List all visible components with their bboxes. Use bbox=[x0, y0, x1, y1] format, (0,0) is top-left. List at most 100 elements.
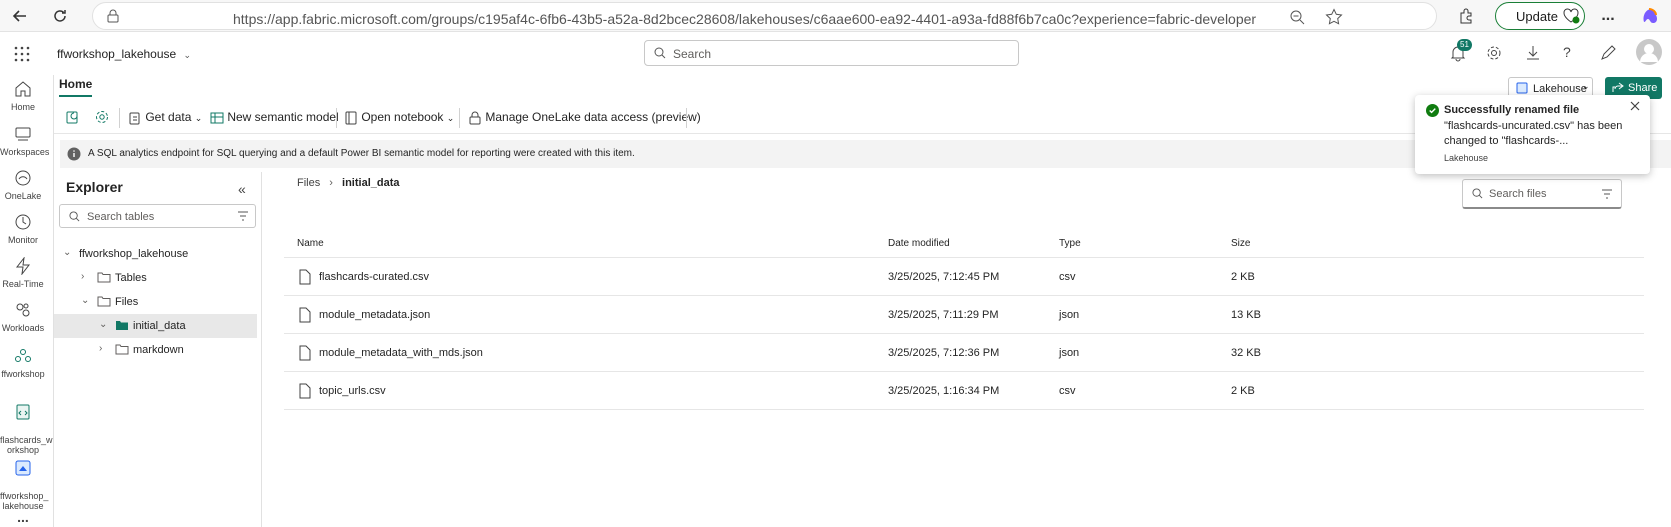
folder-icon bbox=[97, 271, 111, 283]
file-type: csv bbox=[1059, 271, 1076, 283]
column-header-date[interactable]: Date modified bbox=[888, 238, 950, 249]
tree-item-markdown[interactable]: › markdown bbox=[54, 338, 257, 362]
new-semantic-model-button[interactable]: New semantic model bbox=[210, 110, 339, 125]
chevron-down-icon: ⌄ bbox=[446, 113, 455, 123]
extensions-icon[interactable] bbox=[1456, 6, 1476, 26]
tree-item-files[interactable]: ⌄ Files bbox=[54, 290, 257, 314]
update-label: Update bbox=[1516, 9, 1558, 24]
explorer-title: Explorer bbox=[66, 179, 123, 195]
search-icon bbox=[654, 47, 666, 59]
info-message-text: A SQL analytics endpoint for SQL queryin… bbox=[88, 148, 635, 159]
chevron-down-icon: ⌄ bbox=[194, 113, 203, 123]
rename-success-toast: Successfully renamed file "flashcards-un… bbox=[1415, 95, 1650, 174]
workspaces-icon bbox=[14, 125, 32, 143]
toast-title: Successfully renamed file bbox=[1444, 104, 1580, 116]
update-button[interactable]: Update bbox=[1495, 2, 1585, 30]
notebook-icon bbox=[344, 111, 358, 125]
rail-more-icon[interactable]: ... bbox=[0, 509, 46, 525]
rail-item-flashcards-workshop[interactable]: flashcards_w orkshop bbox=[0, 393, 53, 455]
file-size: 2 KB bbox=[1231, 385, 1255, 397]
help-icon[interactable]: ? bbox=[1563, 44, 1571, 60]
tab-home[interactable]: Home bbox=[59, 77, 93, 97]
chevron-right-icon: › bbox=[99, 343, 103, 354]
rail-item-monitor[interactable]: Monitor bbox=[0, 213, 46, 245]
chevron-down-icon: ⌄ bbox=[81, 295, 90, 306]
lakehouse-icon bbox=[14, 459, 32, 477]
settings-icon[interactable] bbox=[1485, 44, 1503, 62]
column-header-size[interactable]: Size bbox=[1231, 238, 1250, 249]
rail-item-workspaces[interactable]: Workspaces bbox=[0, 125, 49, 157]
tree-label: ffworkshop_lakehouse bbox=[79, 248, 189, 260]
breadcrumb-files[interactable]: Files bbox=[297, 177, 320, 189]
file-date: 3/25/2025, 7:11:29 PM bbox=[888, 309, 999, 321]
zoom-out-icon[interactable] bbox=[1289, 9, 1305, 25]
avatar[interactable] bbox=[1636, 39, 1662, 65]
column-header-type[interactable]: Type bbox=[1059, 238, 1081, 249]
app-launcher-icon[interactable] bbox=[14, 46, 30, 62]
app-header: ffworkshop_lakehouse ⌄ Search 51 ? bbox=[0, 33, 1671, 75]
breadcrumb-current: initial_data bbox=[342, 177, 400, 189]
lock-icon bbox=[468, 111, 482, 125]
search-files-input[interactable]: Search files bbox=[1462, 179, 1622, 209]
feedback-icon[interactable] bbox=[1599, 44, 1617, 62]
download-icon[interactable] bbox=[1524, 44, 1542, 62]
lock-icon[interactable] bbox=[107, 9, 119, 23]
table-row[interactable]: module_metadata_with_mds.json 3/25/2025,… bbox=[284, 334, 1644, 372]
rail-item-workloads[interactable]: Workloads bbox=[0, 301, 46, 333]
rail-item-home[interactable]: Home bbox=[0, 80, 46, 112]
notifications-icon[interactable]: 51 bbox=[1449, 39, 1472, 62]
file-icon bbox=[299, 345, 311, 361]
collapse-pane-icon[interactable]: « bbox=[238, 181, 246, 197]
get-data-button[interactable]: Get data ⌄ bbox=[128, 110, 202, 125]
toolbar-divider bbox=[119, 108, 120, 128]
open-notebook-button[interactable]: Open notebook ⌄ bbox=[344, 110, 454, 125]
global-search-input[interactable]: Search bbox=[644, 40, 1019, 66]
manage-onelake-access-button[interactable]: Manage OneLake data access (preview) bbox=[468, 110, 701, 125]
rail-item-ffworkshop[interactable]: ffworkshop bbox=[0, 347, 46, 379]
open-notebook-label: Open notebook bbox=[361, 110, 444, 124]
copilot-icon[interactable] bbox=[1640, 6, 1660, 26]
tree-item-tables[interactable]: › Tables bbox=[54, 266, 257, 290]
file-name[interactable]: module_metadata_with_mds.json bbox=[319, 347, 483, 359]
browser-toolbar: https://app.fabric.microsoft.com/groups/… bbox=[0, 0, 1671, 32]
file-date: 3/25/2025, 1:16:34 PM bbox=[888, 385, 1000, 397]
filter-icon[interactable] bbox=[1601, 189, 1613, 199]
search-placeholder: Search bbox=[673, 47, 712, 61]
table-row[interactable]: module_metadata.json 3/25/2025, 7:11:29 … bbox=[284, 296, 1644, 334]
toast-message: "flashcards-uncurated.csv" has been chan… bbox=[1444, 120, 1623, 147]
realtime-icon bbox=[14, 257, 32, 275]
close-icon[interactable] bbox=[1630, 101, 1640, 111]
get-data-label: Get data bbox=[145, 110, 192, 124]
column-header-name[interactable]: Name bbox=[297, 238, 324, 249]
workspace-switcher[interactable]: ffworkshop_lakehouse ⌄ bbox=[57, 47, 191, 61]
table-row[interactable]: flashcards-curated.csv 3/25/2025, 7:12:4… bbox=[284, 258, 1644, 296]
file-date: 3/25/2025, 7:12:45 PM bbox=[888, 271, 1000, 283]
notebook-icon bbox=[14, 403, 32, 421]
rail-item-realtime[interactable]: Real-Time bbox=[0, 257, 46, 289]
settings-icon[interactable] bbox=[94, 109, 110, 125]
tree-item-lakehouse[interactable]: ⌄ ffworkshop_lakehouse bbox=[54, 242, 257, 266]
table-row[interactable]: topic_urls.csv 3/25/2025, 1:16:34 PM csv… bbox=[284, 372, 1644, 410]
toolbar-divider bbox=[459, 108, 460, 128]
rail-item-onelake[interactable]: OneLake bbox=[0, 169, 46, 201]
file-name[interactable]: topic_urls.csv bbox=[319, 385, 386, 397]
file-size: 32 KB bbox=[1231, 347, 1261, 359]
refresh-data-icon[interactable] bbox=[65, 109, 81, 125]
browser-more-icon[interactable]: ... bbox=[1598, 6, 1618, 26]
rail-item-ffworkshop-lakehouse[interactable]: ffworkshop_ lakehouse bbox=[0, 449, 48, 511]
tree-item-initial-data[interactable]: ⌄ initial_data bbox=[54, 314, 257, 338]
chevron-down-icon: ⌄ bbox=[63, 247, 72, 258]
filter-icon[interactable] bbox=[237, 211, 249, 221]
favorite-star-icon[interactable] bbox=[1325, 8, 1343, 26]
file-name[interactable]: module_metadata.json bbox=[319, 309, 430, 321]
rail-label: Monitor bbox=[7, 235, 38, 245]
address-bar[interactable]: https://app.fabric.microsoft.com/groups/… bbox=[92, 2, 1437, 30]
lakehouse-mode-label: Lakehouse bbox=[1533, 83, 1587, 95]
file-list-panel: Files › initial_data Search files Name D… bbox=[262, 172, 1671, 527]
back-icon[interactable] bbox=[10, 6, 30, 26]
refresh-icon[interactable] bbox=[50, 6, 70, 26]
file-size: 13 KB bbox=[1231, 309, 1261, 321]
toolbar-divider bbox=[336, 108, 337, 128]
file-name[interactable]: flashcards-curated.csv bbox=[319, 271, 429, 283]
search-tables-input[interactable]: Search tables bbox=[59, 204, 256, 228]
